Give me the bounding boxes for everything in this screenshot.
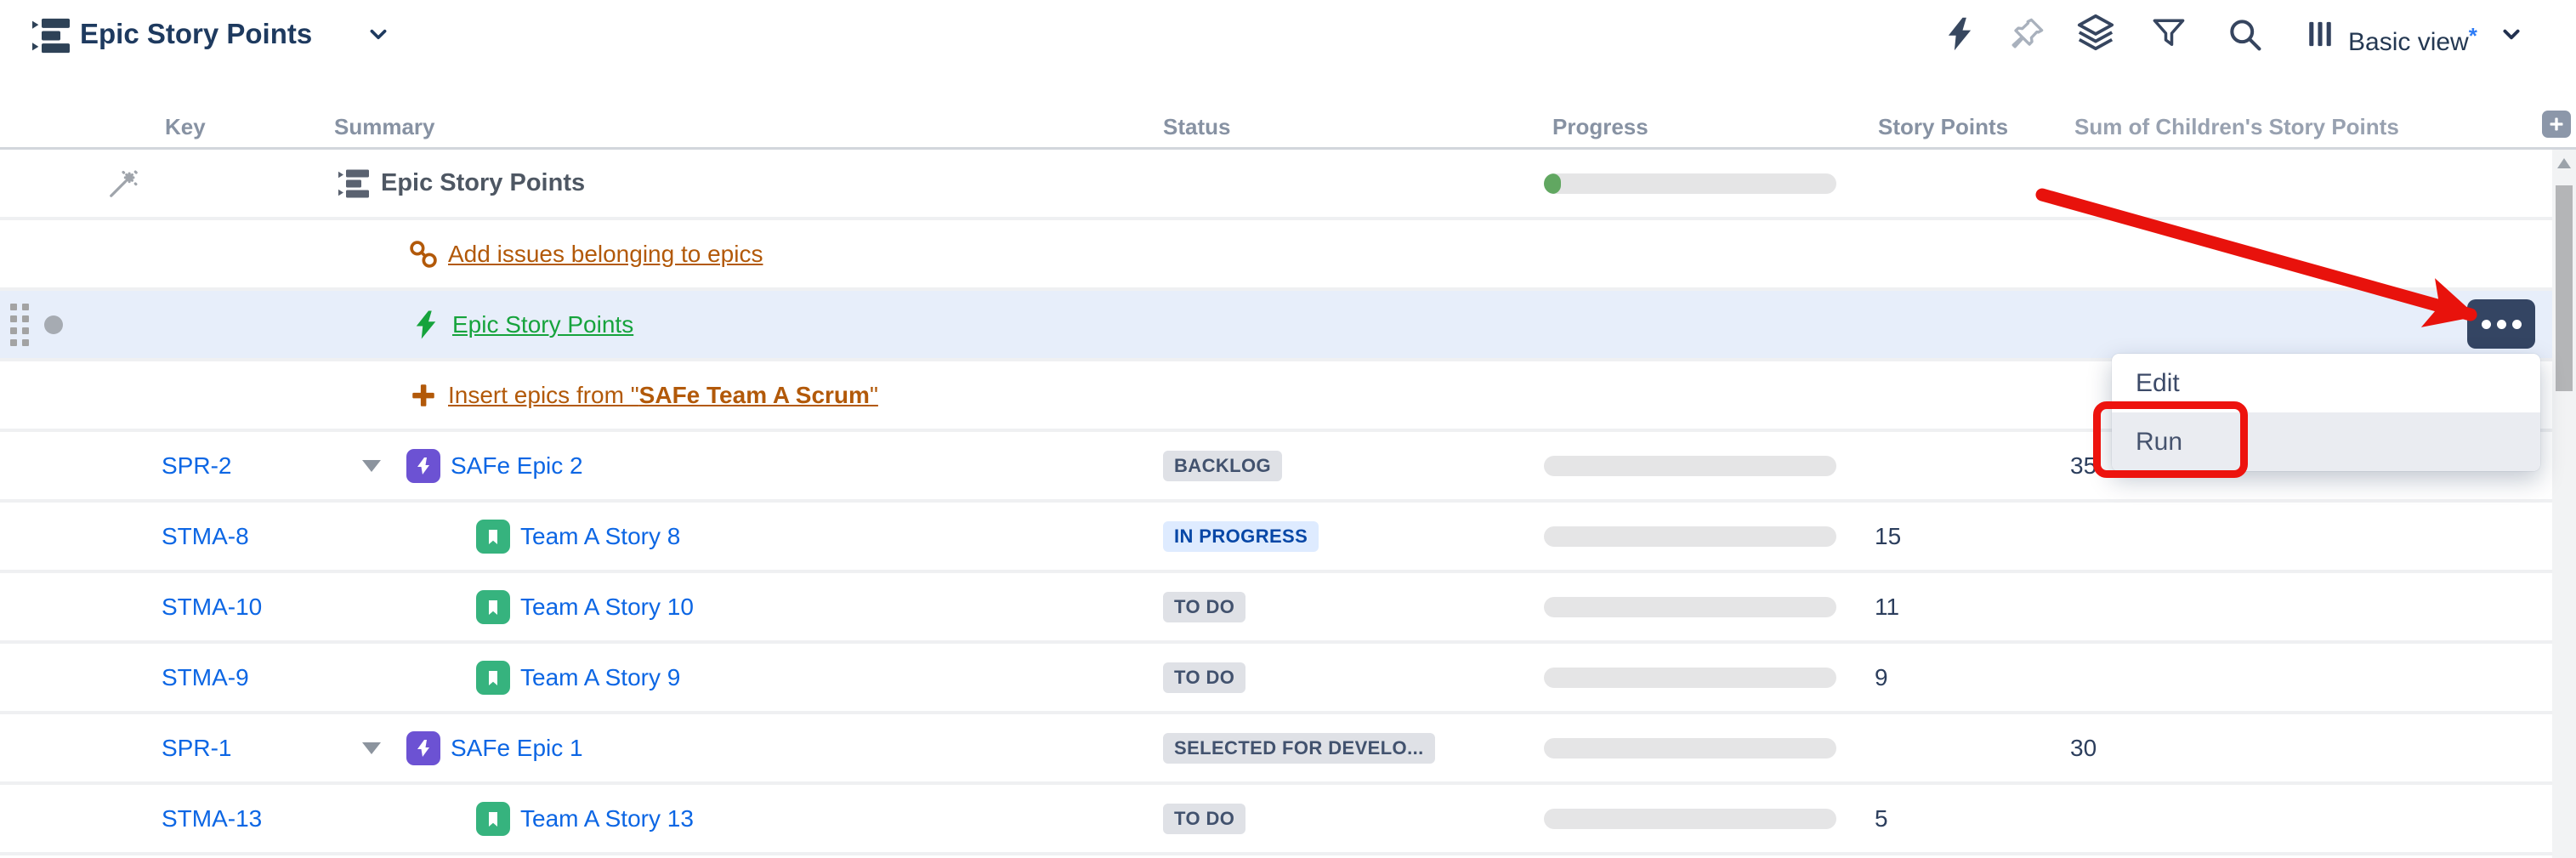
collapse-toggle-icon[interactable] (362, 460, 381, 472)
issue-summary-link[interactable]: Team A Story 10 (520, 594, 694, 621)
table-row-structure-root: Epic Story Points (0, 150, 2552, 220)
structure-board: Epic Story Points (0, 0, 2576, 858)
progress-bar (1544, 809, 1836, 829)
issue-summary-link[interactable]: SAFe Epic 1 (451, 735, 583, 762)
progress-bar (1544, 526, 1836, 547)
structure-name: Epic Story Points (381, 150, 585, 217)
issue-key-link[interactable]: SPR-1 (162, 735, 231, 762)
issue-summary-link[interactable]: Team A Story 13 (520, 805, 694, 832)
issue-key-link[interactable]: STMA-13 (162, 805, 262, 832)
progress-bar (1544, 597, 1836, 617)
table-row-issue: SPR-1 SAFe Epic 1 SELECTED FOR DEVELO...… (0, 714, 2552, 785)
status-badge: BACKLOG (1163, 451, 1282, 481)
pin-icon[interactable] (2010, 15, 2045, 53)
column-header-key[interactable]: Key (165, 114, 206, 140)
drag-handle-icon[interactable] (10, 304, 29, 346)
column-header-sum-children[interactable]: Sum of Children's Story Points (2074, 114, 2399, 140)
story-points-value: 9 (1875, 664, 1888, 691)
progress-bar (1544, 173, 1836, 194)
add-column-icon (2548, 116, 2565, 133)
issue-summary-link[interactable]: Team A Story 8 (520, 523, 680, 550)
row-dot-icon (44, 315, 63, 334)
ellipsis-icon (2482, 320, 2491, 329)
table-row-generator-selected[interactable]: Epic Story Points (0, 291, 2552, 361)
issue-key-link[interactable]: STMA-8 (162, 523, 249, 550)
story-points-value: 15 (1875, 523, 1901, 550)
column-header-status[interactable]: Status (1163, 114, 1230, 140)
view-name: Basic view (2348, 28, 2469, 56)
scrollbar-thumb[interactable] (2556, 185, 2573, 391)
story-icon (476, 802, 510, 836)
toolbar: Epic Story Points (0, 0, 2576, 100)
ellipsis-icon (2497, 320, 2506, 329)
issue-key-link[interactable]: STMA-10 (162, 594, 262, 621)
generator-link[interactable]: Insert epics from "SAFe Team A Scrum" (448, 382, 878, 409)
column-header-story-points[interactable]: Story Points (1878, 114, 2008, 140)
columns-icon[interactable] (2306, 17, 2335, 51)
wand-icon (107, 150, 139, 217)
add-column-button[interactable] (2542, 111, 2571, 138)
structure-icon (337, 167, 371, 201)
issue-summary-link[interactable]: SAFe Epic 2 (451, 452, 583, 480)
annotation-rectangle (2093, 401, 2248, 478)
epic-icon (406, 449, 440, 483)
story-icon (476, 590, 510, 624)
ellipsis-icon (2512, 320, 2522, 329)
progress-fill (1544, 173, 1561, 194)
chevron-down-icon[interactable] (2499, 24, 2523, 46)
filter-icon[interactable] (2151, 15, 2187, 53)
table-row-generator: Add issues belonging to epics (0, 220, 2552, 291)
epic-icon (406, 731, 440, 765)
story-points-value: 5 (1875, 805, 1888, 832)
search-icon[interactable] (2226, 15, 2263, 53)
story-icon (476, 520, 510, 554)
sum-children-value: 30 (2070, 735, 2097, 762)
collapse-toggle-icon[interactable] (362, 742, 381, 754)
structure-logo-icon (31, 17, 71, 54)
progress-bar (1544, 456, 1836, 476)
table-row-issue: STMA-13 Team A Story 13 TO DO 5 (0, 785, 2552, 855)
issue-key-link[interactable]: SPR-2 (162, 452, 231, 480)
link-chain-icon (406, 237, 440, 271)
chevron-down-icon[interactable] (366, 24, 391, 46)
view-modified-marker: * (2469, 23, 2477, 48)
status-badge: TO DO (1163, 804, 1245, 834)
table-row-issue: STMA-9 Team A Story 9 TO DO 9 (0, 644, 2552, 714)
column-header-progress[interactable]: Progress (1552, 114, 1648, 140)
plus-icon (406, 378, 440, 412)
status-badge: TO DO (1163, 662, 1245, 693)
grid-body: Epic Story Points Add issues belonging t… (0, 150, 2576, 858)
progress-bar (1544, 668, 1836, 688)
progress-bar (1544, 738, 1836, 759)
layers-icon[interactable] (2076, 12, 2115, 53)
generator-link[interactable]: Add issues belonging to epics (448, 241, 763, 268)
table-row-issue: STMA-10 Team A Story 10 TO DO 11 (0, 573, 2552, 644)
status-badge: IN PROGRESS (1163, 521, 1319, 552)
grid-header: Key Summary Status Progress Story Points… (0, 100, 2576, 150)
page-title: Epic Story Points (80, 14, 312, 54)
status-badge: SELECTED FOR DEVELO... (1163, 733, 1435, 764)
table-row-issue: STMA-8 Team A Story 8 IN PROGRESS 15 (0, 503, 2552, 573)
vertical-scrollbar[interactable] (2552, 150, 2576, 858)
more-actions-button[interactable] (2467, 299, 2535, 349)
story-icon (476, 661, 510, 695)
story-points-value: 11 (1875, 594, 1899, 621)
issue-key-link[interactable]: STMA-9 (162, 664, 249, 691)
scroll-up-icon[interactable] (2557, 158, 2571, 168)
lightning-icon (409, 308, 443, 342)
issue-summary-link[interactable]: Team A Story 9 (520, 664, 680, 691)
view-switcher[interactable]: Basic view* (2348, 19, 2477, 60)
column-header-summary[interactable]: Summary (334, 114, 435, 140)
automation-link[interactable]: Epic Story Points (452, 311, 633, 338)
lightning-icon[interactable] (1942, 15, 1977, 53)
status-badge: TO DO (1163, 592, 1245, 622)
